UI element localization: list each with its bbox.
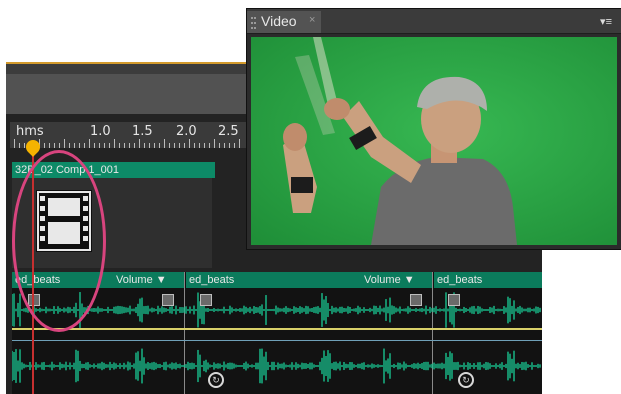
ruler-tick: [194, 143, 195, 148]
ruler-tick: [94, 143, 95, 148]
ruler-tick: [74, 143, 75, 148]
ruler-tick: [219, 143, 220, 148]
ruler-tick: [84, 143, 85, 148]
sync-icon[interactable]: ↻: [458, 372, 474, 388]
ruler-tick: [209, 143, 210, 148]
video-panel: Video × ▾≡: [246, 8, 621, 250]
ruler-tick: [64, 139, 65, 148]
green-screen-player-image: [251, 37, 617, 245]
video-frame: [251, 37, 617, 245]
ruler-label-1-5: 1.5: [132, 124, 153, 139]
ruler-tick: [119, 143, 120, 148]
ruler-tick: [199, 143, 200, 148]
channel-divider: [12, 340, 542, 341]
video-panel-title: Video: [261, 13, 297, 29]
highlight-ellipse: [12, 150, 106, 332]
ruler-tick: [214, 139, 215, 148]
ruler-tick: [164, 139, 165, 148]
audio-clip-2-volume-menu[interactable]: Volume ▼: [364, 272, 415, 288]
keyframe-icon[interactable]: [200, 294, 212, 306]
ruler-label-hms: hms: [16, 124, 44, 139]
ruler-tick: [229, 143, 230, 148]
ruler-tick: [69, 143, 70, 148]
ruler-label-1-0: 1.0: [90, 124, 111, 139]
ruler-tick: [154, 143, 155, 148]
video-panel-header: Video × ▾≡: [247, 9, 621, 34]
time-ruler[interactable]: hms 1.0 1.5 2.0 2.5: [10, 122, 246, 148]
audio-clip-3-name: ed_beats: [437, 274, 483, 286]
ruler-tick: [144, 143, 145, 148]
keyframe-icon[interactable]: [410, 294, 422, 306]
ruler-tick: [59, 143, 60, 148]
ruler-label-2-5: 2.5: [218, 124, 239, 139]
tab-video[interactable]: Video ×: [247, 11, 321, 33]
ruler-tick: [89, 139, 90, 148]
audio-clip-1-volume-menu[interactable]: Volume ▼: [116, 272, 167, 288]
ruler-tick: [179, 143, 180, 148]
sync-icon[interactable]: ↻: [208, 372, 224, 388]
ruler-tick: [239, 139, 240, 148]
close-icon[interactable]: ×: [309, 14, 315, 26]
ruler-tick: [79, 143, 80, 148]
ruler-tick: [129, 143, 130, 148]
audio-clip-2-name: ed_beats: [189, 274, 235, 286]
ruler-tick: [224, 143, 225, 148]
ruler-tick: [139, 139, 140, 148]
keyframe-icon[interactable]: [448, 294, 460, 306]
ruler-tick: [169, 143, 170, 148]
ruler-tick: [189, 139, 190, 148]
ruler-tick: [159, 143, 160, 148]
ruler-tick: [54, 143, 55, 148]
ruler-tick: [174, 143, 175, 148]
ruler-tick: [184, 143, 185, 148]
grip-icon[interactable]: [251, 17, 256, 29]
ruler-tick: [204, 143, 205, 148]
ruler-tick: [109, 143, 110, 148]
ruler-tick: [14, 139, 15, 148]
ruler-tick: [114, 139, 115, 148]
ruler-tick: [44, 143, 45, 148]
ruler-tick: [99, 143, 100, 148]
ruler-tick: [149, 143, 150, 148]
ruler-label-2-0: 2.0: [176, 124, 197, 139]
ruler-tick: [134, 143, 135, 148]
audio-clip-3-header[interactable]: ed_beats: [434, 272, 542, 288]
ruler-tick: [49, 143, 50, 148]
ruler-tick: [104, 143, 105, 148]
ruler-tick: [234, 143, 235, 148]
ruler-tick: [19, 143, 20, 148]
volume-rubberband[interactable]: [12, 328, 542, 330]
ruler-tick: [124, 143, 125, 148]
panel-menu-icon[interactable]: ▾≡: [600, 15, 612, 28]
keyframe-icon[interactable]: [162, 294, 174, 306]
